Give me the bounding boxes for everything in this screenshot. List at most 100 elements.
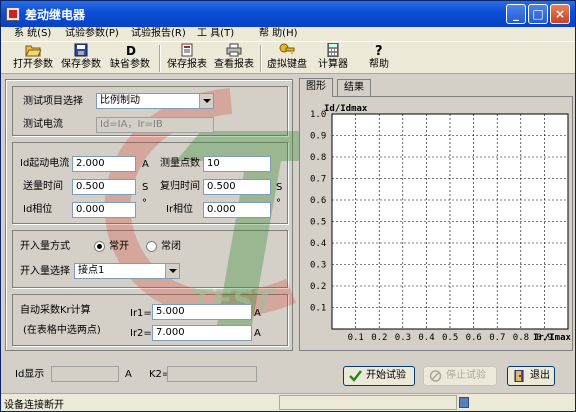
x-tick-label: 0.7 bbox=[489, 333, 505, 343]
switch-group bbox=[12, 230, 288, 288]
ir-phase-label: Ir相位 bbox=[166, 204, 194, 215]
chevron-down-icon[interactable] bbox=[199, 94, 213, 108]
chevron-down-icon[interactable] bbox=[165, 264, 179, 278]
view-report-button[interactable]: 查看报表 bbox=[212, 43, 256, 73]
calculator-icon bbox=[327, 43, 339, 57]
y-tick-label: 0.7 bbox=[310, 175, 326, 185]
report-save-icon bbox=[181, 43, 193, 57]
id-phase-label: Id相位 bbox=[23, 204, 53, 215]
save-report-label: 保存报表 bbox=[167, 59, 207, 70]
auto-calc-label: 自动采数Kr计算 bbox=[20, 305, 91, 316]
y-axis-label: Id/Idmax bbox=[324, 104, 368, 114]
switch-mode-normally-closed-radio[interactable] bbox=[146, 241, 157, 252]
y-tick-label: 0.2 bbox=[310, 282, 326, 292]
id-start-unit: A bbox=[142, 159, 149, 170]
y-tick-label: 0.8 bbox=[310, 153, 326, 163]
menu-system[interactable]: 系 统(S) bbox=[14, 27, 51, 41]
menu-bar: 系 统(S) 试验参数(P) 试验报告(R) 工 具(T) 帮 助(H) bbox=[1, 27, 575, 41]
default-params-button[interactable]: D 缺省参数 bbox=[108, 43, 152, 73]
open-params-button[interactable]: 打开参数 bbox=[11, 43, 55, 73]
ir2-input[interactable]: 7.000 bbox=[152, 325, 252, 341]
test-item-select[interactable]: 比例制动 bbox=[96, 93, 214, 109]
tab-results[interactable]: 结果 bbox=[337, 79, 371, 96]
checkmark-icon bbox=[349, 370, 362, 382]
y-tick-label: 0.9 bbox=[310, 132, 326, 142]
exit-label: 退出 bbox=[530, 370, 550, 381]
ir2-label: Ir2= bbox=[130, 328, 152, 339]
save-icon bbox=[74, 43, 88, 57]
minimize-button[interactable]: _ bbox=[506, 4, 526, 24]
k2-field bbox=[167, 366, 257, 382]
x-tick-label: 0.3 bbox=[395, 333, 411, 343]
app-window: 差动继电器 _ □ × 系 统(S) 试验参数(P) 试验报告(R) 工 具(T… bbox=[0, 0, 576, 412]
calculator-button[interactable]: 计算器 bbox=[313, 43, 353, 73]
x-tick-labels: 0.1 0.2 0.3 0.4 0.5 0.6 0.7 0.8 0.9 bbox=[348, 333, 553, 343]
send-time-input[interactable]: 0.500 bbox=[72, 179, 136, 195]
y-tick-label: 0.5 bbox=[310, 218, 326, 228]
save-report-button[interactable]: 保存报表 bbox=[165, 43, 209, 73]
switch-mode-normally-open-radio[interactable] bbox=[94, 241, 105, 252]
x-axis-label: Ir/Imax bbox=[533, 333, 572, 343]
x-tick-label: 0.5 bbox=[442, 333, 458, 343]
virtual-keyboard-label: 虚拟键盘 bbox=[267, 59, 307, 70]
ir-phase-input[interactable]: 0.000 bbox=[203, 202, 271, 218]
status-pane bbox=[279, 395, 457, 410]
help-button[interactable]: ? 帮助 bbox=[361, 43, 397, 73]
id-display-label: Id显示 bbox=[15, 369, 45, 380]
ir1-input[interactable]: 5.000 bbox=[152, 304, 252, 320]
key-icon bbox=[279, 43, 295, 54]
switch-mode-normally-closed-label[interactable]: 常闭 bbox=[161, 241, 181, 253]
help-label: 帮助 bbox=[369, 59, 389, 70]
view-report-label: 查看报表 bbox=[214, 59, 254, 70]
menu-help[interactable]: 帮 助(H) bbox=[259, 27, 298, 41]
stop-test-button[interactable]: 停止试验 bbox=[423, 366, 497, 386]
measure-points-label: 测量点数 bbox=[160, 158, 200, 169]
device-status-icon bbox=[459, 397, 469, 408]
svg-text:?: ? bbox=[375, 44, 383, 57]
reset-time-unit: S bbox=[276, 182, 283, 193]
switch-mode-label: 开入量方式 bbox=[20, 241, 70, 252]
chart-svg[interactable]: Id/Idmax 0.10.20.30.40.50.60.70.80.91.0 … bbox=[300, 97, 572, 350]
exit-button[interactable]: 退出 bbox=[507, 366, 555, 386]
toolbar-separator bbox=[260, 45, 262, 72]
app-icon bbox=[6, 7, 20, 21]
virtual-keyboard-button[interactable]: 虚拟键盘 bbox=[265, 43, 309, 73]
send-time-unit: S bbox=[142, 182, 149, 193]
ir2-unit: A bbox=[254, 328, 261, 339]
switch-select-dropdown[interactable]: 接点1 bbox=[74, 263, 180, 279]
id-phase-input[interactable]: 0.000 bbox=[72, 202, 136, 218]
title-bar[interactable]: 差动继电器 _ □ × bbox=[1, 1, 575, 27]
save-params-label: 保存参数 bbox=[61, 59, 101, 70]
ir-phase-unit: ° bbox=[276, 198, 281, 209]
ir1-label: Ir1= bbox=[130, 308, 152, 319]
reset-time-input[interactable]: 0.500 bbox=[203, 179, 271, 195]
chart-panel: Id/Idmax 0.1 0.2 0.3 0.4 0.5 0.6 0.7 0.8 0.9 1.0 … bbox=[299, 96, 573, 351]
parameter-panel: 测试项目选择 比例制动 测试电流 Id=IA，Ir=IB Id起动电流 2.00… bbox=[5, 79, 293, 351]
toolbar-separator bbox=[159, 45, 161, 72]
id-display-field bbox=[51, 366, 119, 382]
auto-calc-hint: (在表格中选两点) bbox=[23, 325, 101, 336]
save-params-button[interactable]: 保存参数 bbox=[59, 43, 103, 73]
measure-points-input[interactable]: 10 bbox=[203, 156, 271, 172]
x-tick-label: 0.8 bbox=[513, 333, 529, 343]
tab-graph[interactable]: 图形 bbox=[299, 78, 333, 97]
close-button[interactable]: × bbox=[550, 4, 570, 24]
x-tick-label: 0.6 bbox=[466, 333, 482, 343]
menu-tools[interactable]: 工 具(T) bbox=[197, 27, 234, 41]
menu-test-params[interactable]: 试验参数(P) bbox=[65, 27, 119, 41]
maximize-button[interactable]: □ bbox=[528, 4, 548, 24]
start-test-button[interactable]: 开始试验 bbox=[343, 366, 415, 386]
id-start-input[interactable]: 2.000 bbox=[72, 156, 136, 172]
ir1-unit: A bbox=[254, 308, 261, 319]
open-params-label: 打开参数 bbox=[13, 59, 53, 70]
id-display-unit: A bbox=[125, 369, 132, 380]
switch-select-value: 接点1 bbox=[78, 265, 105, 276]
test-item-value: 比例制动 bbox=[100, 95, 140, 106]
switch-mode-normally-open-label[interactable]: 常开 bbox=[109, 241, 129, 253]
menu-test-report[interactable]: 试验报告(R) bbox=[131, 27, 186, 41]
stop-test-label: 停止试验 bbox=[446, 370, 486, 381]
y-tick-label: 0.4 bbox=[310, 239, 326, 249]
view-tabs: 图形 结果 bbox=[299, 78, 573, 97]
x-tick-label: 0.1 bbox=[348, 333, 364, 343]
send-time-label: 送量时间 bbox=[23, 181, 63, 192]
